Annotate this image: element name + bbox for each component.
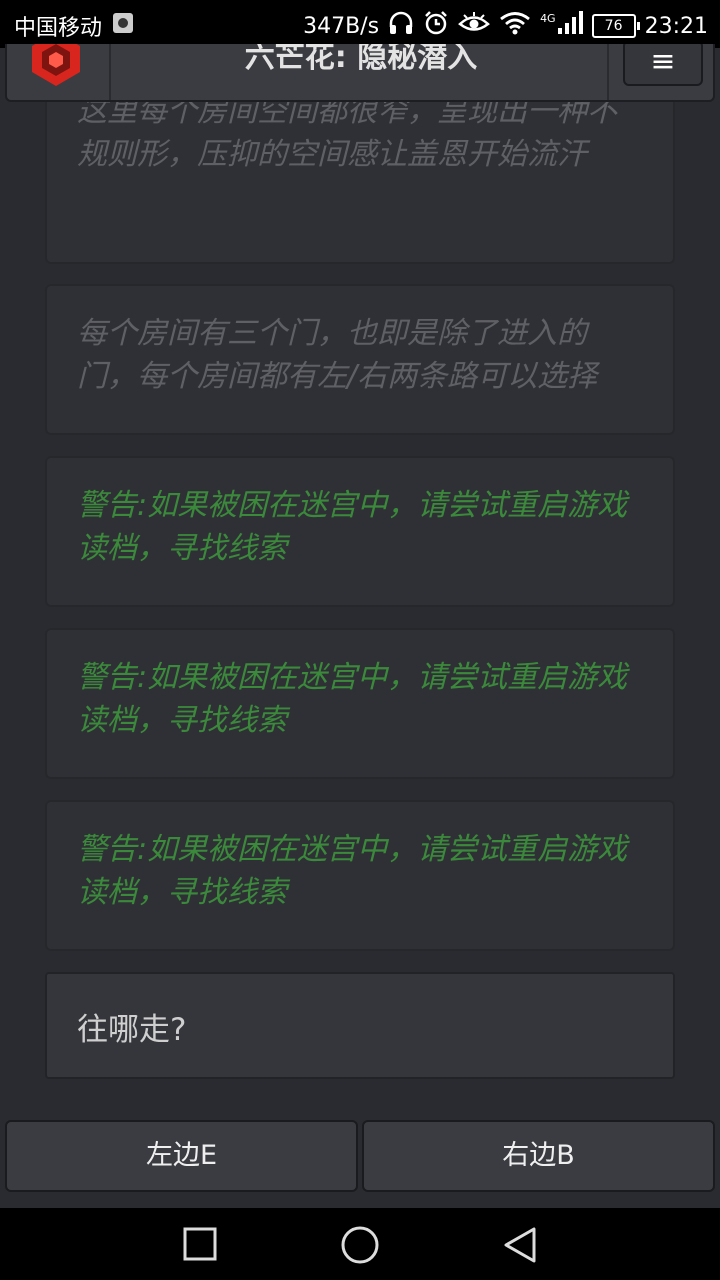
page-title: 六芒花: 隐秘潜入 [244, 44, 478, 75]
wifi-icon [499, 11, 531, 41]
choice-prompt: 往哪走? [45, 972, 675, 1079]
headphones-icon [388, 11, 414, 41]
warning-card: 警告:如果被困在迷宫中，请尝试重启游戏读档，寻找线索 [45, 456, 675, 607]
choice-right-button[interactable]: 右边B [362, 1120, 715, 1192]
recent-apps-icon[interactable] [182, 1226, 218, 1262]
warning-card: 警告:如果被困在迷宫中，请尝试重启游戏读档，寻找线索 [45, 628, 675, 779]
net-speed: 347B/s [303, 13, 380, 39]
signal-icon [557, 11, 583, 41]
clock: 23:21 [644, 13, 708, 39]
story-card: 这里每个房间空间都很窄，呈现出一种不规则形，压抑的空间感让盖恩开始流汗 [45, 102, 675, 264]
menu-cell: ≡ [607, 44, 713, 100]
choice-left-button[interactable]: 左边E [5, 1120, 358, 1192]
home-icon[interactable] [340, 1226, 380, 1266]
warning-card: 警告:如果被困在迷宫中，请尝试重启游戏读档，寻找线索 [45, 800, 675, 951]
app-logo-icon [32, 44, 80, 86]
carrier-label: 中国移动 [14, 16, 103, 41]
eye-icon [458, 11, 490, 41]
menu-button[interactable]: ≡ [623, 44, 703, 86]
battery-icon: 76 [591, 14, 640, 38]
status-bar: 中国移动 347B/s 4G 76 23:21 [0, 0, 720, 48]
back-icon[interactable] [502, 1226, 538, 1264]
network-type: 4G [540, 11, 556, 25]
choice-bar: 左边E 右边B [5, 1120, 715, 1192]
logo-cell [7, 44, 111, 100]
app-header: 六芒花: 隐秘潜入 ≡ [5, 44, 715, 102]
system-nav-bar [0, 1208, 720, 1280]
story-log[interactable]: 这里每个房间空间都很窄，呈现出一种不规则形，压抑的空间感让盖恩开始流汗 每个房间… [0, 102, 720, 1102]
notification-icon [112, 12, 134, 40]
story-card: 每个房间有三个门，也即是除了进入的门，每个房间都有左/右两条路可以选择 [45, 284, 675, 435]
alarm-icon [423, 10, 449, 42]
